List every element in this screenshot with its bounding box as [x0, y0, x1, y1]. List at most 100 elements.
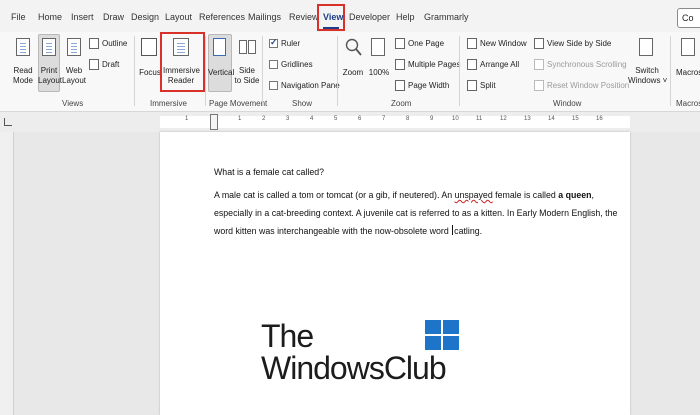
- print-layout-label-2: Layout: [38, 76, 63, 85]
- separator: [205, 36, 206, 106]
- ruler-number: 1: [238, 116, 242, 122]
- share-button[interactable]: Co: [677, 8, 700, 28]
- web-layout-button[interactable]: Web Layout: [62, 66, 86, 86]
- tab-help[interactable]: Help: [396, 12, 415, 22]
- focus-button[interactable]: Focus: [139, 68, 161, 78]
- tab-stop-selector-icon[interactable]: [4, 118, 12, 126]
- side-to-side-icon-2: [248, 40, 256, 54]
- tab-file[interactable]: File: [11, 12, 26, 22]
- reset-window-position-icon: [534, 80, 544, 91]
- hundred-percent-button[interactable]: 100%: [368, 68, 390, 78]
- text-run: word kitten was interchangeable with the…: [214, 226, 452, 236]
- split-icon: [467, 80, 477, 91]
- ruler-body[interactable]: [160, 116, 630, 128]
- ruler-number: 5: [334, 116, 338, 122]
- page-movement-group-label: Page Movement: [209, 99, 268, 108]
- text-run: catling.: [454, 226, 483, 236]
- switch-windows-button[interactable]: Switch Windows ˅: [628, 66, 667, 86]
- tab-review[interactable]: Review: [289, 12, 319, 22]
- tab-design[interactable]: Design: [131, 12, 159, 22]
- tab-mailings[interactable]: Mailings: [248, 12, 281, 22]
- share-label: Co: [682, 13, 694, 23]
- gridlines-checkbox[interactable]: [269, 60, 278, 69]
- document-heading: What is a female cat called?: [214, 167, 325, 177]
- view-side-by-side-button[interactable]: View Side by Side: [547, 39, 611, 49]
- read-mode-button[interactable]: Read Mode: [11, 66, 35, 86]
- ruler-number: 10: [452, 116, 459, 122]
- side-to-side-label-2: to Side: [234, 76, 260, 85]
- ruler-number: 11: [476, 116, 483, 122]
- tab-insert[interactable]: Insert: [71, 12, 94, 22]
- print-layout-icon: [42, 38, 56, 56]
- show-group-label: Show: [292, 99, 313, 108]
- text-run: ,: [591, 190, 594, 200]
- split-button[interactable]: Split: [480, 81, 496, 91]
- zoom-group-label: Zoom: [391, 99, 412, 108]
- ruler-label: Ruler: [281, 39, 301, 48]
- tab-home[interactable]: Home: [38, 12, 62, 22]
- vertical-icon: [213, 38, 226, 56]
- synchronous-scrolling-button[interactable]: Synchronous Scrolling: [547, 60, 627, 70]
- read-mode-icon: [16, 38, 30, 56]
- new-window-button[interactable]: New Window: [480, 39, 527, 49]
- navigation-pane-checkbox[interactable]: [269, 81, 278, 90]
- outline-button[interactable]: Outline: [102, 39, 127, 49]
- ruler-number: 14: [548, 116, 555, 122]
- separator: [459, 36, 460, 106]
- one-page-button[interactable]: One Page: [408, 39, 444, 49]
- menu-bar: File Home Insert Draw Design Layout Refe…: [0, 0, 700, 32]
- arrange-all-icon: [467, 59, 477, 70]
- ruler-number: 6: [358, 116, 362, 122]
- multiple-pages-button[interactable]: Multiple Pages: [408, 60, 460, 70]
- spelling-error-word[interactable]: unspayed: [455, 190, 493, 200]
- multiple-pages-icon: [395, 59, 405, 70]
- web-layout-icon: [67, 38, 81, 56]
- draft-icon: [89, 59, 99, 70]
- reset-window-position-button[interactable]: Reset Window Position: [547, 81, 629, 91]
- tab-developer[interactable]: Developer: [349, 12, 390, 22]
- page-width-icon: [395, 80, 405, 91]
- indent-marker-icon[interactable]: [210, 114, 218, 130]
- focus-icon: [141, 38, 157, 56]
- navigation-pane-label: Navigation Pane: [281, 81, 340, 90]
- ruler-checkbox[interactable]: [269, 37, 278, 48]
- ribbon-view: Read Mode Print Layout Web Layout Outlin…: [0, 32, 700, 112]
- ruler-number: 2: [262, 116, 266, 122]
- separator: [337, 36, 338, 106]
- zoom-button[interactable]: Zoom: [341, 68, 365, 78]
- arrange-all-button[interactable]: Arrange All: [480, 60, 519, 70]
- read-mode-label-1: Read: [13, 66, 33, 75]
- ruler-number: 13: [524, 116, 531, 122]
- immersive-reader-highlight: [160, 32, 205, 92]
- macros-group-label: Macros: [676, 99, 700, 108]
- draft-button[interactable]: Draft: [102, 60, 119, 70]
- ruler-number: 12: [500, 116, 507, 122]
- web-layout-label-2: Layout: [62, 76, 87, 85]
- separator: [670, 36, 671, 106]
- tab-grammarly[interactable]: Grammarly: [424, 12, 469, 22]
- print-layout-label-1: Print: [40, 66, 58, 75]
- new-window-icon: [467, 38, 477, 49]
- one-page-icon: [395, 38, 405, 49]
- views-group-label: Views: [62, 99, 84, 108]
- side-to-side-icon: [239, 40, 247, 54]
- ruler-number: 8: [406, 116, 410, 122]
- horizontal-ruler: 1 1 2 3 4 5 6 7 8 9 10 11 12 13 14 15 16: [0, 112, 700, 132]
- outline-icon: [89, 38, 99, 49]
- ruler-number: 3: [286, 116, 290, 122]
- tab-references[interactable]: References: [199, 12, 245, 22]
- macros-button[interactable]: Macros: [676, 68, 700, 78]
- tab-layout[interactable]: Layout: [165, 12, 192, 22]
- text-run: A male cat is called a tom or tomcat (or…: [214, 190, 455, 200]
- side-to-side-button[interactable]: Side to Side: [234, 66, 260, 86]
- immersive-group-label: Immersive: [150, 99, 187, 108]
- web-layout-label-1: Web: [65, 66, 83, 75]
- vertical-ruler: [0, 132, 14, 415]
- ruler-number: 1: [185, 116, 189, 122]
- windows-logo-icon: [425, 320, 459, 350]
- page-width-button[interactable]: Page Width: [408, 81, 449, 91]
- view-side-by-side-icon: [534, 38, 544, 49]
- tab-draw[interactable]: Draw: [103, 12, 124, 22]
- paragraph-line-1: A male cat is called a tom or tomcat (or…: [214, 187, 594, 204]
- vertical-label: Vertical: [208, 68, 235, 77]
